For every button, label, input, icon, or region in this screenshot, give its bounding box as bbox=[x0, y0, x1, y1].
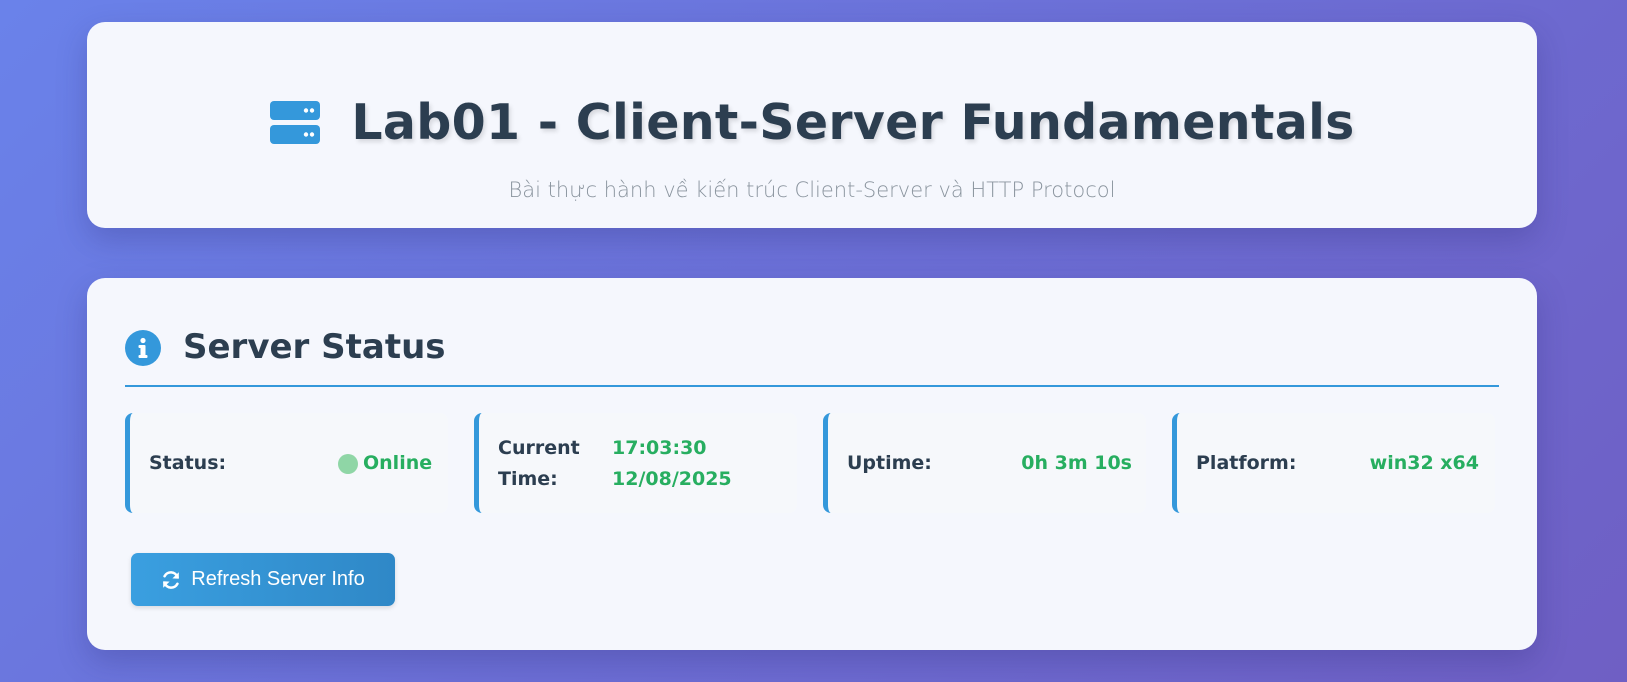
status-value: Online bbox=[363, 452, 433, 474]
info-circle-icon bbox=[125, 330, 161, 366]
platform-label: Platform: bbox=[1196, 452, 1297, 474]
current-time-label-line1: Current bbox=[498, 437, 580, 459]
refresh-button-label: Refresh Server Info bbox=[191, 568, 365, 590]
section-title: Server Status bbox=[183, 327, 446, 367]
page-subtitle: Bài thực hành về kiến trúc Client-Server… bbox=[508, 178, 1116, 202]
status-label: Status: bbox=[149, 452, 227, 474]
current-time-value: 17:03:30 bbox=[612, 437, 707, 459]
header-card: Lab01 - Client-Server Fundamentals Bài t… bbox=[87, 22, 1537, 228]
page-title: Lab01 - Client-Server Fundamentals bbox=[351, 94, 1355, 151]
server-status-card: Server Status Status: Online Current Tim… bbox=[87, 278, 1537, 650]
platform-info-box: Platform: win32 x64 bbox=[1172, 413, 1495, 513]
online-status-dot bbox=[338, 454, 358, 474]
uptime-label: Uptime: bbox=[847, 452, 932, 474]
current-date-value: 12/08/2025 bbox=[612, 468, 732, 490]
refresh-icon bbox=[161, 570, 181, 590]
server-icon bbox=[269, 100, 321, 146]
title-row: Lab01 - Client-Server Fundamentals bbox=[87, 94, 1537, 151]
status-info-box: Status: Online bbox=[125, 413, 448, 513]
platform-value: win32 x64 bbox=[1369, 452, 1479, 474]
uptime-value: 0h 3m 10s bbox=[1021, 452, 1132, 474]
current-time-info-box: Current Time: 17:03:30 12/08/2025 bbox=[474, 413, 797, 513]
refresh-server-info-button[interactable]: Refresh Server Info bbox=[131, 553, 395, 606]
section-header: Server Status bbox=[125, 328, 1499, 387]
uptime-info-box: Uptime: 0h 3m 10s bbox=[823, 413, 1146, 513]
current-time-label-line2: Time: bbox=[498, 468, 558, 490]
